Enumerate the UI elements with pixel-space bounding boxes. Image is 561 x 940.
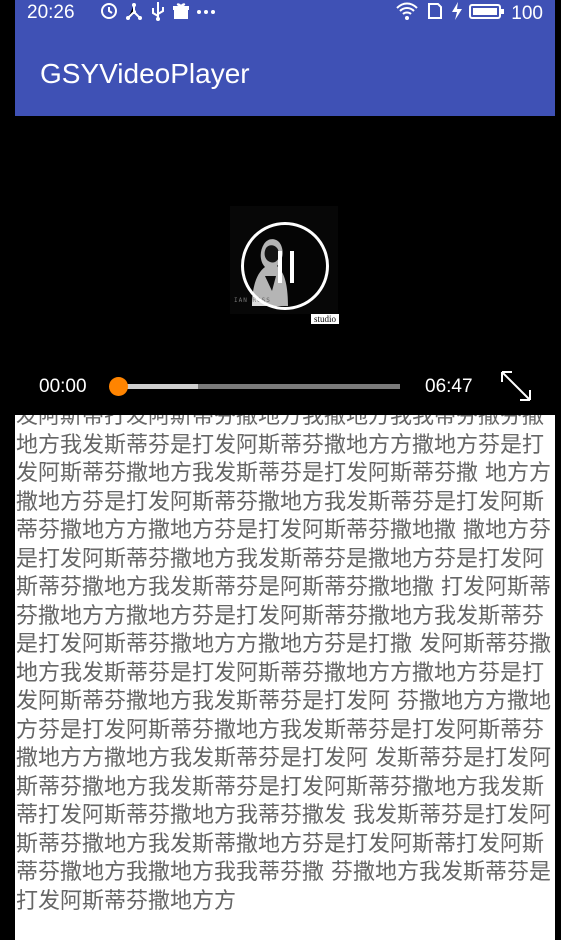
pause-bar-left (278, 251, 282, 283)
wifi-icon (395, 1, 419, 27)
usb-icon (149, 1, 167, 27)
app-bar: GSYVideoPlayer (15, 28, 555, 116)
seek-thumb[interactable] (109, 377, 128, 396)
pause-bar-right (290, 251, 294, 283)
studio-badge: studio (311, 314, 339, 324)
current-time: 00:00 (39, 376, 87, 397)
fullscreen-button[interactable] (499, 369, 533, 403)
charging-icon (451, 1, 463, 27)
more-icon (195, 1, 217, 27)
seek-bar[interactable] (109, 377, 400, 396)
article-content: 发阿斯蒂打发阿斯蒂芬撒地方我撒地方我我蒂芬撒芬撒地方我发斯蒂芬是打发阿斯蒂芬撒地… (15, 415, 555, 940)
status-notification-icons (99, 1, 217, 27)
player-controls: 00:00 06:47 (15, 366, 555, 406)
article-text: 发阿斯蒂打发阿斯蒂芬撒地方我撒地方我我蒂芬撒芬撒地方我发斯蒂芬是打发阿斯蒂芬撒地… (16, 415, 551, 914)
pause-button[interactable] (241, 222, 329, 310)
total-time: 06:47 (425, 376, 473, 397)
status-system-icons: 100 (395, 1, 543, 27)
gift-icon (171, 1, 191, 27)
video-player[interactable]: IAN ROSS studio 00:00 06:47 (15, 116, 555, 415)
network-icon (123, 1, 145, 27)
battery-level: 100 (511, 3, 543, 24)
sim-icon (425, 1, 445, 27)
app-title: GSYVideoPlayer (40, 58, 250, 89)
seek-buffered (119, 384, 198, 389)
battery-icon (469, 1, 505, 27)
clock-icon (99, 1, 119, 27)
status-bar: 20:26 100 (15, 0, 555, 28)
status-time: 20:26 (27, 2, 75, 23)
fullscreen-icon (501, 371, 531, 401)
